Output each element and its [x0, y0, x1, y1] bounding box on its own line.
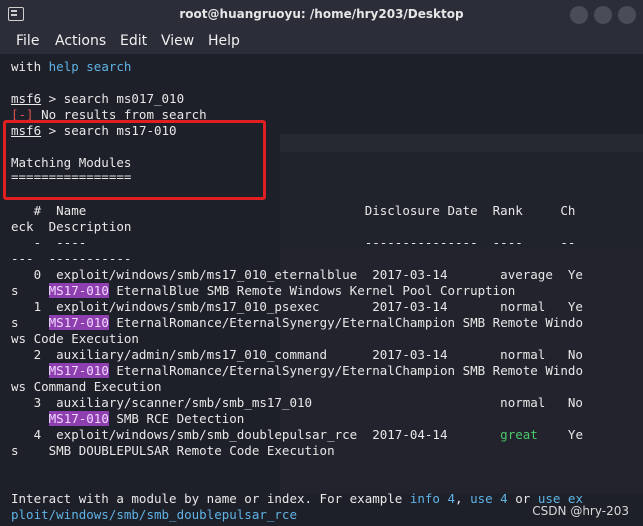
- module-row-0: 0 exploit/windows/smb/ms17_010_eternalbl…: [11, 267, 583, 282]
- window-title: root@huangruoyu: /home/hry203/Desktop: [179, 7, 464, 21]
- module-row-0-desc: s MS17-010 EternalBlue SMB Remote Window…: [11, 283, 516, 298]
- footer-hint-2: ploit/windows/smb/smb_doublepulsar_rce: [11, 507, 297, 522]
- menu-help[interactable]: Help: [208, 33, 240, 49]
- window-titlebar: root@huangruoyu: /home/hry203/Desktop: [0, 0, 643, 30]
- terminal-output[interactable]: with help search msf6 > search ms017_010…: [0, 54, 643, 526]
- module-row-3: 3 auxiliary/scanner/smb/smb_ms17_010 nor…: [11, 395, 583, 410]
- module-row-3-desc: MS17-010 SMB RCE Detection: [48, 411, 245, 426]
- menu-bar: File Actions Edit View Help: [0, 30, 643, 54]
- column-header-2: eck Description: [11, 219, 132, 234]
- line-help: with help search: [11, 59, 132, 74]
- separator: - ---- --------------- ---- --: [11, 235, 576, 250]
- module-row-1-desc: s MS17-010 EternalRomance/EternalSynergy…: [11, 315, 583, 330]
- module-row-2: 2 auxiliary/admin/smb/ms17_010_command 2…: [11, 347, 583, 362]
- menu-view[interactable]: View: [161, 33, 194, 49]
- maximize-button[interactable]: [594, 6, 612, 24]
- module-row-2-desc-2: ws Command Execution: [11, 379, 162, 394]
- minimize-button[interactable]: [570, 6, 588, 24]
- close-button[interactable]: [618, 6, 636, 24]
- module-row-2-desc: MS17-010 EternalRomance/EternalSynergy/E…: [48, 363, 583, 378]
- watermark: CSDN @hry-203: [532, 504, 629, 518]
- menu-actions[interactable]: Actions: [55, 33, 106, 49]
- module-row-4: 4 exploit/windows/smb/smb_doublepulsar_r…: [11, 427, 583, 442]
- red-highlight-box: [3, 120, 266, 200]
- prompt-line-1: msf6 > search ms017_010: [11, 91, 185, 106]
- separator-2: --- -----------: [11, 251, 132, 266]
- menu-edit[interactable]: Edit: [120, 33, 147, 49]
- menu-file[interactable]: File: [16, 33, 39, 49]
- module-row-1: 1 exploit/windows/smb/ms17_010_psexec 20…: [11, 299, 583, 314]
- footer-hint: Interact with a module by name or index.…: [11, 491, 583, 506]
- module-row-4-desc: s SMB DOUBLEPULSAR Remote Code Execution: [11, 443, 335, 458]
- module-row-1-desc-2: ws Code Execution: [11, 331, 139, 346]
- column-header: # Name Disclosure Date Rank Ch: [11, 203, 576, 218]
